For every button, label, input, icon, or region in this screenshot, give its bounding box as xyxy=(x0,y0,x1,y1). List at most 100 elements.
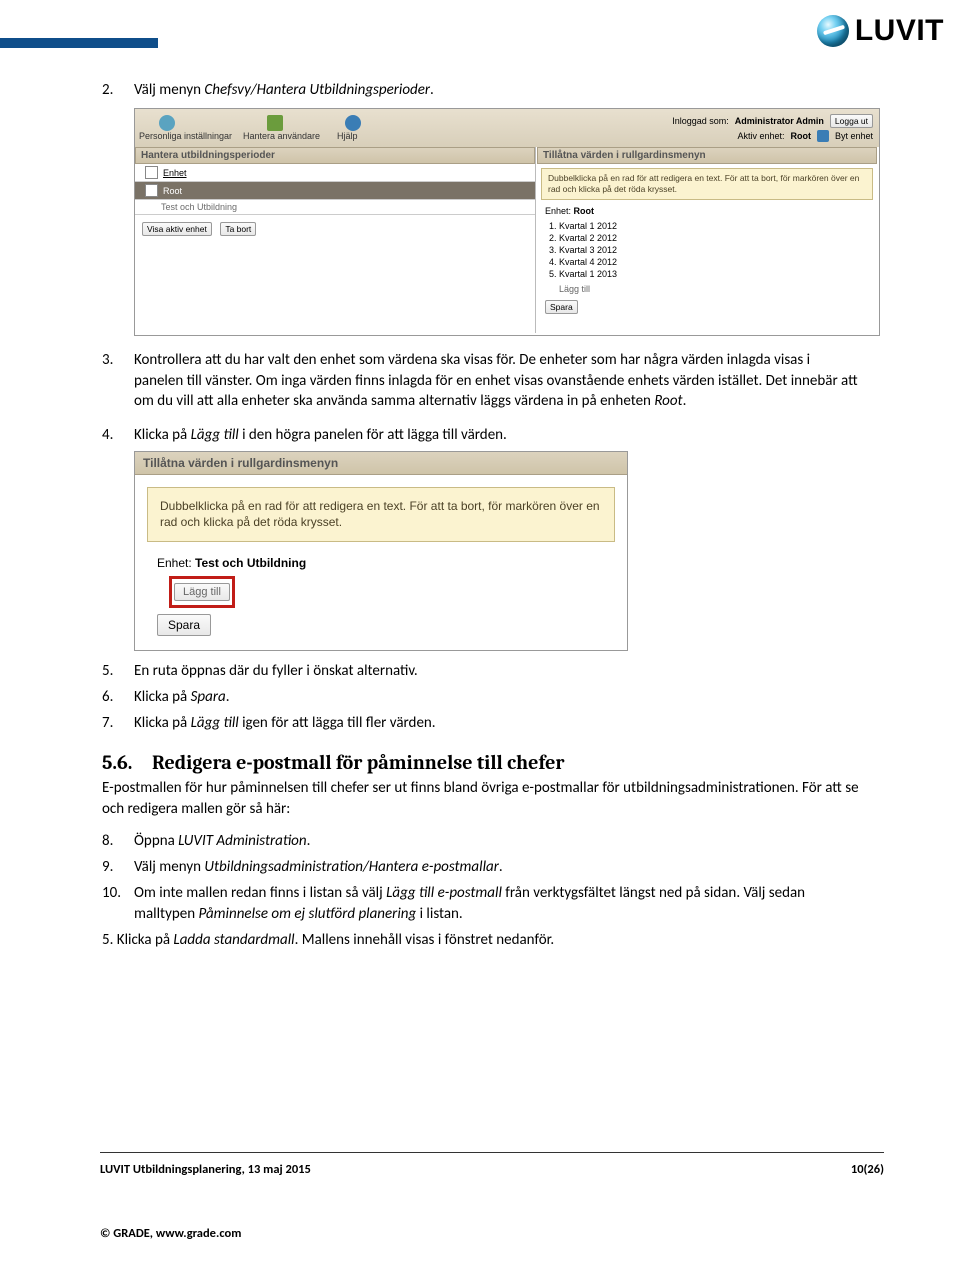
show-active-unit-button[interactable]: Visa aktiv enhet xyxy=(142,222,212,236)
unit-tree: Enhet Root Test och Utbildning xyxy=(135,164,535,215)
brand-logo: LUVIT xyxy=(817,14,944,48)
left-toolbar: Visa aktiv enhet Ta bort xyxy=(135,215,535,241)
help-icon xyxy=(345,115,361,131)
nav-personal-settings[interactable]: Personliga inställningar xyxy=(139,131,232,141)
step-4-link: Lägg till xyxy=(191,426,239,444)
step-7-link: Lägg till xyxy=(191,714,239,732)
step-6-btn: Spara xyxy=(191,688,226,706)
panel-tip: Dubbelklicka på en rad för att redigera … xyxy=(147,487,615,541)
section-number: 5.6. xyxy=(102,751,152,774)
save-button[interactable]: Spara xyxy=(545,300,578,314)
step-3-text-a: Kontrollera att du har valt den enhet so… xyxy=(134,351,858,410)
logout-button[interactable]: Logga ut xyxy=(830,114,873,128)
nav-help[interactable]: Hjälp xyxy=(337,131,358,141)
screenshot-manage-periods: Personliga inställningar Hantera använda… xyxy=(134,108,880,336)
topbar-user-block: Inloggad som: Administrator Admin Logga … xyxy=(672,113,873,143)
period-list: Kvartal 1 2012 Kvartal 2 2012 Kvartal 3 … xyxy=(559,220,869,280)
step-10-type: Påminnelse om ej slutförd planering xyxy=(198,905,416,923)
tree-row-header[interactable]: Enhet xyxy=(135,164,535,182)
list-item[interactable]: Kvartal 3 2012 xyxy=(559,244,869,256)
screenshot-add-value: Tillåtna värden i rullgardinsmenyn Dubbe… xyxy=(134,451,628,650)
section-5.6-intro: E-postmallen för hur påminnelsen till ch… xyxy=(102,778,862,819)
nav-manage-users[interactable]: Hantera användare xyxy=(243,131,320,141)
step-3: 3. Kontrollera att du har valt den enhet… xyxy=(102,350,862,411)
brand-logo-text: LUVIT xyxy=(855,14,944,48)
step-3-text-b: . xyxy=(683,392,687,410)
step-4: 4. Klicka på Lägg till i den högra panel… xyxy=(102,425,862,445)
step-5b-btn: Ladda standardmall xyxy=(173,931,294,949)
step-6-text-b: . xyxy=(226,688,230,706)
step-2-menu: Chefsvy/Hantera Utbildningsperioder xyxy=(204,81,430,99)
left-panel: Hantera utbildningsperioder Enhet Root T… xyxy=(135,147,536,333)
checkbox-icon[interactable] xyxy=(145,184,158,197)
unit-label: Enhet: xyxy=(545,206,571,216)
tree-row-root-label: Root xyxy=(163,186,182,196)
section-title: Redigera e-postmall för påminnelse till … xyxy=(152,751,564,774)
footer-doc-title: LUVIT Utbildningsplanering, 13 maj 2015 xyxy=(100,1162,311,1177)
tree-header-label: Enhet xyxy=(163,168,187,178)
step-9-text-a: Välj menyn xyxy=(134,858,204,876)
save-button[interactable]: Spara xyxy=(157,614,211,636)
step-4-text-a: Klicka på xyxy=(134,426,191,444)
right-panel-title: Tillåtna värden i rullgardinsmenyn xyxy=(537,147,877,164)
step-2-text-b: . xyxy=(430,81,434,99)
list-item[interactable]: Kvartal 2 2012 xyxy=(559,232,869,244)
step-8: 8. Öppna LUVIT Administration. xyxy=(102,831,862,851)
step-6-text-a: Klicka på xyxy=(134,688,191,706)
list-item[interactable]: Kvartal 1 2013 xyxy=(559,268,869,280)
add-button[interactable]: Lägg till xyxy=(174,583,230,601)
step-7-text-b: igen för att lägga till fler värden. xyxy=(239,714,436,732)
screenshot-topbar: Personliga inställningar Hantera använda… xyxy=(135,109,879,147)
logged-in-user: Administrator Admin xyxy=(735,116,824,126)
step-5b-text-a: 5. Klicka på xyxy=(102,931,173,949)
step-10-text-a: Om inte mallen redan finns i listan så v… xyxy=(134,884,386,902)
switch-unit-link[interactable]: Byt enhet xyxy=(835,131,873,141)
unit-value: Test och Utbildning xyxy=(195,556,306,570)
checkbox-icon[interactable] xyxy=(145,166,158,179)
unit-label: Enhet: xyxy=(157,556,192,570)
gear-icon xyxy=(159,115,175,131)
step-7: 7. Klicka på Lägg till igen för att lägg… xyxy=(102,713,862,733)
step-9: 9. Välj menyn Utbildningsadministration/… xyxy=(102,857,862,877)
step-9-text-b: . xyxy=(499,858,503,876)
right-panel-tip: Dubbelklicka på en rad för att redigera … xyxy=(541,168,873,199)
header-accent-bar-thick xyxy=(0,42,158,48)
highlight-box: Lägg till xyxy=(169,576,235,608)
switch-unit-icon xyxy=(817,130,829,142)
step-3-root: Root xyxy=(654,392,682,410)
tree-row-test[interactable]: Test och Utbildning xyxy=(135,200,535,215)
step-8-text-a: Öppna xyxy=(134,832,178,850)
step-6: 6. Klicka på Spara. xyxy=(102,687,862,707)
step-9-menu: Utbildningsadministration/Hantera e-post… xyxy=(204,858,498,876)
list-item[interactable]: Kvartal 1 2012 xyxy=(559,220,869,232)
add-link[interactable]: Lägg till xyxy=(559,284,869,294)
section-5.6-heading: 5.6.Redigera e-postmall för påminnelse t… xyxy=(102,751,862,774)
step-2-text-a: Välj menyn xyxy=(134,81,204,99)
logged-in-label: Inloggad som: xyxy=(672,116,729,126)
footer-copyright: © GRADE, www.grade.com xyxy=(100,1226,241,1241)
step-5b-text-b: . Mallens innehåll visas i fönstret neda… xyxy=(295,931,555,949)
step-5-text: En ruta öppnas där du fyller i önskat al… xyxy=(134,662,418,680)
step-4-text-b: i den högra panelen för att lägga till v… xyxy=(239,426,507,444)
left-panel-title: Hantera utbildningsperioder xyxy=(135,147,535,164)
step-8-text-b: . xyxy=(307,832,311,850)
step-7-text-a: Klicka på xyxy=(134,714,191,732)
step-10-link: Lägg till e-postmall xyxy=(386,884,502,902)
luvit-sphere-icon xyxy=(817,15,849,47)
tree-row-root[interactable]: Root xyxy=(135,182,535,200)
step-10-text-c: i listan. xyxy=(416,905,463,923)
list-item[interactable]: Kvartal 4 2012 xyxy=(559,256,869,268)
active-unit-label: Aktiv enhet: xyxy=(737,131,784,141)
step-5: 5.En ruta öppnas där du fyller i önskat … xyxy=(102,661,862,681)
unit-value: Root xyxy=(574,206,595,216)
active-unit-value: Root xyxy=(790,131,811,141)
delete-button[interactable]: Ta bort xyxy=(220,222,256,236)
footer-divider xyxy=(100,1152,884,1153)
step-8-app: LUVIT Administration xyxy=(178,832,306,850)
users-icon xyxy=(267,115,283,131)
step-5b: 5. Klicka på Ladda standardmall. Mallens… xyxy=(102,930,862,950)
panel-title: Tillåtna värden i rullgardinsmenyn xyxy=(135,452,627,475)
step-10: 10. Om inte mallen redan finns i listan … xyxy=(102,883,862,924)
tree-row-test-label: Test och Utbildning xyxy=(161,202,237,212)
footer-page-number: 10(26) xyxy=(851,1162,884,1177)
